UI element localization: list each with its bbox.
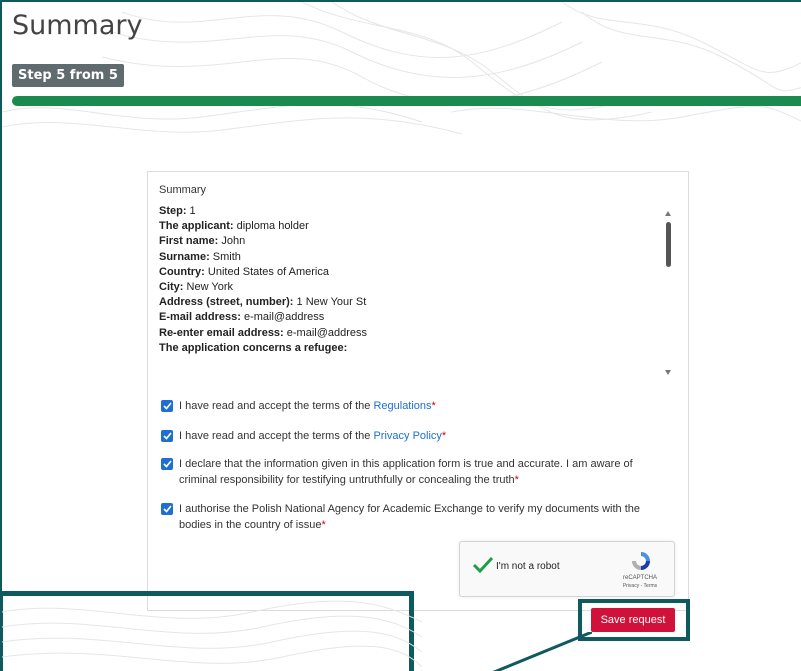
summary-line-label: First name:	[159, 235, 219, 248]
summary-line: E-mail address: e-mail@address	[159, 310, 679, 325]
recaptcha-terms-link[interactable]: Privacy - Terms	[620, 583, 660, 589]
summary-line-value: United States of America	[204, 265, 329, 278]
consent-checkbox[interactable]	[161, 503, 173, 515]
summary-line-value: Smith	[209, 250, 241, 263]
summary-line: The application concerns a refugee:	[159, 341, 679, 356]
summary-line-value: diploma holder	[233, 220, 309, 233]
scroll-down-arrow-icon[interactable]	[665, 370, 671, 375]
checkbox-check-icon	[162, 402, 172, 410]
summary-scrollbar[interactable]	[663, 207, 675, 377]
progress-bar	[12, 96, 801, 106]
summary-line: Address (street, number): 1 New Your St	[159, 295, 679, 310]
summary-line: The applicant: diploma holder	[159, 219, 679, 234]
required-marker: *	[321, 519, 326, 531]
scrollbar-thumb[interactable]	[666, 222, 671, 267]
summary-line-label: City:	[159, 281, 184, 294]
consent-item: I authorise the Polish National Agency f…	[161, 501, 661, 533]
required-marker: *	[431, 400, 436, 412]
save-request-button[interactable]: Save request	[591, 608, 675, 632]
summary-line-label: The application concerns a refugee:	[159, 341, 348, 354]
summary-line-label: Surname:	[159, 250, 210, 263]
checkbox-check-icon	[162, 505, 172, 513]
checkmark-icon	[472, 556, 494, 574]
summary-line-label: The applicant:	[159, 220, 234, 233]
consent-label: I declare that the information given in …	[179, 458, 633, 486]
summary-caption: Summary	[159, 184, 207, 196]
summary-line: Surname: Smith	[159, 250, 679, 265]
recaptcha-widget[interactable]: I'm not a robot reCAPTCHA Privacy - Term…	[459, 541, 675, 597]
summary-line-label: Re-enter email address:	[159, 326, 284, 339]
recaptcha-brand: reCAPTCHA	[622, 575, 657, 581]
consent-text: I declare that the information given in …	[179, 456, 661, 488]
consent-text: I have read and accept the terms of the …	[179, 428, 446, 444]
consent-item: I have read and accept the terms of the …	[161, 398, 661, 414]
callout-connector	[492, 632, 592, 671]
checkbox-check-icon	[162, 432, 172, 440]
summary-line-label: E-mail address:	[159, 311, 241, 324]
consent-label: I have read and accept the terms of the	[179, 430, 374, 442]
consent-item: I declare that the information given in …	[161, 456, 661, 488]
consent-checkbox[interactable]	[161, 400, 173, 412]
consent-label: I authorise the Polish National Agency f…	[179, 503, 641, 531]
summary-line-value: 1	[186, 205, 196, 217]
summary-line-label: Step:	[159, 205, 187, 217]
summary-line-label: Country:	[159, 265, 205, 278]
summary-line-value: 1 New Your St	[293, 296, 367, 309]
callout-topographic-background	[2, 600, 422, 668]
summary-line-value: e-mail@address	[240, 311, 325, 324]
summary-lines: Step: 1 The applicant: diploma holder Firs…	[159, 204, 679, 356]
summary-scroll-area[interactable]: Step: 1 The applicant: diploma holder Firs…	[159, 204, 679, 380]
consent-checkbox[interactable]	[161, 458, 173, 470]
summary-line: Re-enter email address: e-mail@address	[159, 326, 679, 341]
summary-line-label: Address (street, number):	[159, 296, 294, 309]
summary-line: Step: 1	[159, 204, 679, 219]
checkbox-check-icon	[162, 460, 172, 468]
summary-line-value: New York	[183, 281, 233, 294]
scroll-up-arrow-icon[interactable]	[665, 211, 671, 216]
summary-line: First name: John	[159, 234, 679, 249]
summary-line-value: e-mail@address	[283, 326, 368, 339]
recaptcha-label: I'm not a robot	[496, 561, 560, 572]
page-frame: Summary Step 5 from 5 Summary Step: 1 The…	[0, 0, 801, 671]
consent-text: I authorise the Polish National Agency f…	[179, 501, 661, 533]
consent-link[interactable]: Privacy Policy	[373, 430, 441, 442]
summary-line: Country: United States of America	[159, 265, 679, 280]
page-title: Summary	[12, 10, 143, 41]
summary-line-value: John	[218, 235, 246, 248]
consent-label: I have read and accept the terms of the	[179, 400, 374, 412]
consent-link[interactable]: Regulations	[373, 400, 431, 412]
step-badge: Step 5 from 5	[12, 64, 124, 87]
required-marker: *	[514, 474, 519, 486]
recaptcha-logo-icon	[632, 552, 650, 570]
summary-line: City: New York	[159, 280, 679, 295]
required-marker: *	[441, 430, 447, 442]
consent-text: I have read and accept the terms of the …	[179, 398, 436, 414]
consent-checkbox[interactable]	[161, 430, 173, 442]
consent-item: I have read and accept the terms of the …	[161, 428, 661, 444]
